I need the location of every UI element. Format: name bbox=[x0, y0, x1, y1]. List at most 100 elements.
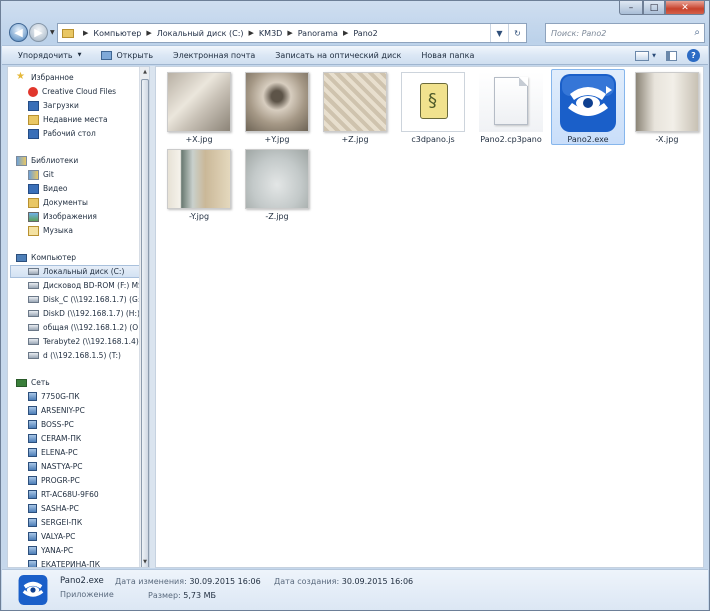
network-computer-icon bbox=[28, 462, 37, 471]
file-item-plus-y[interactable]: +Y.jpg bbox=[240, 70, 314, 146]
tree-item-video[interactable]: Видео bbox=[28, 182, 67, 195]
scroll-up-icon[interactable]: ▲ bbox=[140, 67, 149, 77]
recent-pages-dropdown[interactable]: ▼ bbox=[50, 29, 55, 36]
image-thumbnail bbox=[245, 149, 309, 209]
tree-item-drive-t[interactable]: d (\\192.168.1.5) (T:) bbox=[28, 349, 121, 362]
tree-item-images[interactable]: Изображения bbox=[28, 210, 97, 223]
chevron-right-icon[interactable]: ▶ bbox=[249, 29, 254, 37]
file-item-minus-x[interactable]: -X.jpg bbox=[630, 70, 704, 146]
computer-icon bbox=[16, 253, 27, 262]
search-icon[interactable]: ⌕ bbox=[694, 27, 700, 38]
tree-item-label: Creative Cloud Files bbox=[42, 87, 117, 96]
back-button[interactable]: ◀ bbox=[9, 23, 28, 42]
forward-button[interactable]: ▶ bbox=[29, 23, 48, 42]
tree-item-network-pc[interactable]: ЕКАТЕРИНА-ПК bbox=[28, 558, 101, 568]
tree-item-drive-g[interactable]: Disk_C (\\192.168.1.7) (G:) bbox=[28, 293, 143, 306]
nav-scrollbar[interactable]: ▲ ▼ bbox=[139, 67, 149, 567]
open-button[interactable]: Открыть bbox=[101, 50, 153, 60]
burn-button[interactable]: Записать на оптический диск bbox=[275, 51, 401, 60]
tree-item-recent-places[interactable]: Недавние места bbox=[28, 113, 108, 126]
tree-item-git[interactable]: Git bbox=[28, 168, 54, 181]
file-item-minus-y[interactable]: -Y.jpg bbox=[162, 147, 236, 223]
breadcrumb-panorama[interactable]: Panorama bbox=[298, 29, 338, 38]
email-button[interactable]: Электронная почта bbox=[173, 51, 255, 60]
tree-item-label: YANA-PC bbox=[41, 546, 74, 555]
folder-icon bbox=[62, 28, 74, 38]
tree-item-network-pc[interactable]: PROGR-PC bbox=[28, 474, 80, 487]
network-computer-icon bbox=[28, 532, 37, 541]
tree-item-drive-c[interactable]: Локальный диск (C:) bbox=[10, 265, 142, 278]
breadcrumb-km3d[interactable]: KM3D bbox=[259, 29, 282, 38]
tree-item-drive-h[interactable]: DiskD (\\192.168.1.7) (H:) bbox=[28, 307, 140, 320]
address-bar[interactable]: ▶ Компьютер ▶ Локальный диск (C:) ▶ KM3D… bbox=[57, 23, 527, 43]
search-input[interactable]: Поиск: Pano2 ⌕ bbox=[545, 23, 705, 43]
tree-item-label: ЕКАТЕРИНА-ПК bbox=[41, 560, 101, 568]
change-view-icon[interactable] bbox=[635, 50, 650, 61]
close-button[interactable]: ✕ bbox=[665, 1, 705, 15]
scroll-down-icon[interactable]: ▼ bbox=[140, 557, 149, 567]
network-drive-icon bbox=[28, 324, 39, 331]
nav-scroll-thumb[interactable] bbox=[141, 79, 149, 567]
tree-computer[interactable]: Компьютер bbox=[16, 251, 76, 264]
tree-item-label: ELENA-PC bbox=[41, 448, 78, 457]
minimize-button[interactable]: – bbox=[619, 1, 643, 15]
details-pane: Pano2.exe Приложение Дата изменения: 30.… bbox=[2, 569, 708, 610]
file-item-c3dpano-js[interactable]: c3dpano.js bbox=[396, 70, 470, 146]
tree-network[interactable]: Сеть bbox=[16, 376, 50, 389]
help-icon[interactable]: ? bbox=[687, 49, 700, 62]
tree-item-network-pc[interactable]: YANA-PC bbox=[28, 544, 73, 557]
tree-item-documents[interactable]: Документы bbox=[28, 196, 88, 209]
tree-item-network-pc[interactable]: ARSENIY-PC bbox=[28, 404, 85, 417]
tree-item-network-pc[interactable]: 7750G-ПК bbox=[28, 390, 80, 403]
view-dropdown-icon[interactable]: ▼ bbox=[652, 53, 656, 59]
tree-item-drive-o[interactable]: общая (\\192.168.1.2) (O:) bbox=[28, 321, 144, 334]
tree-item-creative-cloud[interactable]: Creative Cloud Files bbox=[28, 85, 116, 98]
maximize-button[interactable]: □ bbox=[643, 1, 665, 15]
file-item-plus-z[interactable]: +Z.jpg bbox=[318, 70, 392, 146]
file-item-plus-x[interactable]: +X.jpg bbox=[162, 70, 236, 146]
details-created-value: 30.09.2015 16:06 bbox=[341, 577, 414, 586]
tree-item-network-pc[interactable]: BOSS-PC bbox=[28, 418, 74, 431]
tree-item-network-pc[interactable]: SERGEI-ПК bbox=[28, 516, 82, 529]
chevron-right-icon[interactable]: ▶ bbox=[343, 29, 348, 37]
tree-item-label: Disk_C (\\192.168.1.7) (G:) bbox=[43, 295, 144, 304]
open-icon bbox=[101, 50, 113, 60]
refresh-icon[interactable]: ↻ bbox=[508, 24, 526, 42]
tree-item-network-pc[interactable]: CERAM-ПК bbox=[28, 432, 81, 445]
tree-item-network-pc[interactable]: VALYA-PC bbox=[28, 530, 75, 543]
images-icon bbox=[28, 211, 39, 222]
tree-item-downloads[interactable]: Загрузки bbox=[28, 99, 79, 112]
tree-item-network-pc[interactable]: NASTYA-PC bbox=[28, 460, 83, 473]
tree-item-label: Дисковод BD-ROM (F:) MS bbox=[43, 281, 143, 290]
preview-pane-icon[interactable] bbox=[666, 50, 677, 61]
file-item-minus-z[interactable]: -Z.jpg bbox=[240, 147, 314, 223]
tree-item-drive-f[interactable]: Дисковод BD-ROM (F:) MS bbox=[28, 279, 143, 292]
file-item-pano2-exe[interactable]: Pano2.exe bbox=[551, 69, 625, 145]
tree-item-music[interactable]: Музыка bbox=[28, 224, 73, 237]
breadcrumb-pano2[interactable]: Pano2 bbox=[353, 29, 377, 38]
tree-item-network-pc[interactable]: SASHA-PC bbox=[28, 502, 79, 515]
tree-libraries[interactable]: Библиотеки bbox=[16, 154, 78, 167]
tree-favorites[interactable]: ★ Избранное bbox=[16, 71, 74, 84]
file-list[interactable]: +X.jpg +Y.jpg +Z.jpg c3dpano.js Pano2.cp… bbox=[155, 66, 704, 568]
file-name: Pano2.cp3pano bbox=[480, 135, 542, 144]
breadcrumb-computer[interactable]: Компьютер bbox=[93, 29, 141, 38]
network-drive-icon bbox=[28, 296, 39, 303]
tree-item-label: Загрузки bbox=[43, 101, 79, 110]
tree-item-network-pc[interactable]: RT-AC68U-9F60 bbox=[28, 488, 99, 501]
details-size-label: Размер: bbox=[148, 591, 181, 600]
tree-item-desktop[interactable]: Рабочий стол bbox=[28, 127, 96, 140]
file-item-cp3pano[interactable]: Pano2.cp3pano bbox=[474, 70, 548, 146]
tree-item-label: Документы bbox=[43, 198, 88, 207]
chevron-right-icon[interactable]: ▶ bbox=[287, 29, 292, 37]
tree-item-network-pc[interactable]: ELENA-PC bbox=[28, 446, 78, 459]
chevron-right-icon[interactable]: ▶ bbox=[83, 29, 88, 37]
chevron-right-icon[interactable]: ▶ bbox=[146, 29, 151, 37]
navigation-pane[interactable]: ★ Избранное Creative Cloud Files Загрузк… bbox=[7, 66, 150, 568]
tree-item-label: DiskD (\\192.168.1.7) (H:) bbox=[43, 309, 140, 318]
tree-item-drive-r[interactable]: Terabyte2 (\\192.168.1.4) (R bbox=[28, 335, 149, 348]
organize-button[interactable]: Упорядочить ▼ bbox=[18, 51, 81, 60]
new-folder-button[interactable]: Новая папка bbox=[421, 51, 474, 60]
address-dropdown-icon[interactable]: ▼ bbox=[490, 24, 508, 42]
breadcrumb-local-disk[interactable]: Локальный диск (C:) bbox=[157, 29, 244, 38]
